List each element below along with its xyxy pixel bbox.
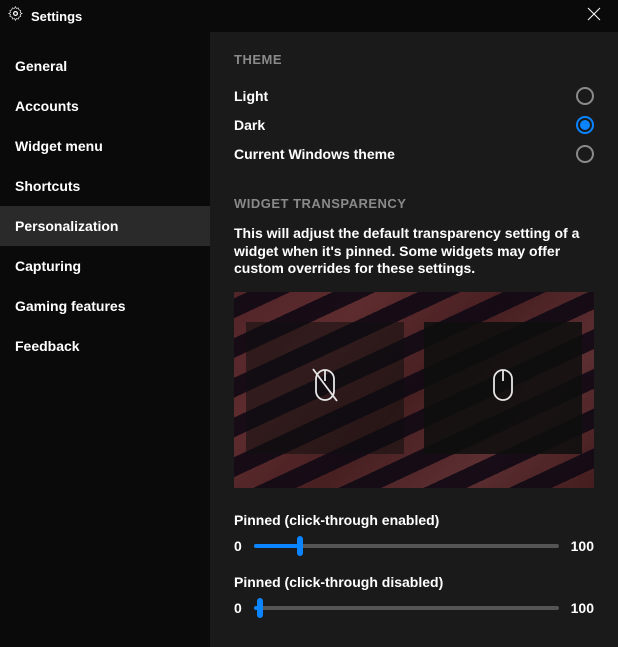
sidebar-item-widget-menu[interactable]: Widget menu bbox=[0, 126, 210, 166]
sidebar-item-label: Gaming features bbox=[15, 298, 125, 314]
slider-max: 100 bbox=[571, 538, 594, 554]
slider-thumb[interactable] bbox=[257, 598, 263, 618]
radio-icon bbox=[576, 116, 594, 134]
sidebar: General Accounts Widget menu Shortcuts P… bbox=[0, 32, 210, 647]
sidebar-item-general[interactable]: General bbox=[0, 46, 210, 86]
window-title: Settings bbox=[31, 9, 82, 24]
transparency-description: This will adjust the default transparenc… bbox=[234, 225, 594, 278]
radio-icon bbox=[576, 145, 594, 163]
sidebar-item-label: Accounts bbox=[15, 98, 79, 114]
mouse-icon bbox=[488, 367, 518, 408]
theme-option-light[interactable]: Light bbox=[234, 81, 594, 110]
sidebar-item-gaming-features[interactable]: Gaming features bbox=[0, 286, 210, 326]
sidebar-item-capturing[interactable]: Capturing bbox=[0, 246, 210, 286]
slider-label: Pinned (click-through enabled) bbox=[234, 512, 594, 528]
radio-label: Dark bbox=[234, 117, 265, 133]
transparency-heading: WIDGET TRANSPARENCY bbox=[234, 196, 594, 211]
theme-heading: THEME bbox=[234, 52, 594, 67]
radio-label: Current Windows theme bbox=[234, 146, 395, 162]
slider-fill bbox=[254, 544, 300, 548]
slider-label: Pinned (click-through disabled) bbox=[234, 574, 594, 590]
preview-panel-clickthrough-enabled bbox=[246, 322, 404, 454]
preview-panel-clickthrough-disabled bbox=[424, 322, 582, 454]
sidebar-item-label: Feedback bbox=[15, 338, 80, 354]
slider-clickthrough-disabled: Pinned (click-through disabled) 0 100 bbox=[234, 574, 594, 616]
close-icon bbox=[587, 7, 601, 26]
sidebar-item-feedback[interactable]: Feedback bbox=[0, 326, 210, 366]
radio-icon bbox=[576, 87, 594, 105]
sidebar-item-label: General bbox=[15, 58, 67, 74]
sidebar-item-personalization[interactable]: Personalization bbox=[0, 206, 210, 246]
slider-track[interactable] bbox=[254, 544, 559, 548]
sidebar-item-accounts[interactable]: Accounts bbox=[0, 86, 210, 126]
slider-min: 0 bbox=[234, 600, 242, 616]
theme-option-dark[interactable]: Dark bbox=[234, 110, 594, 139]
sidebar-item-label: Shortcuts bbox=[15, 178, 80, 194]
titlebar-left: Settings bbox=[8, 6, 82, 26]
mouse-off-icon bbox=[310, 367, 340, 408]
theme-option-windows[interactable]: Current Windows theme bbox=[234, 139, 594, 168]
slider-min: 0 bbox=[234, 538, 242, 554]
slider-clickthrough-enabled: Pinned (click-through enabled) 0 100 bbox=[234, 512, 594, 554]
content-panel: THEME Light Dark Current Windows theme W… bbox=[210, 32, 618, 647]
slider-track[interactable] bbox=[254, 606, 559, 610]
gear-icon bbox=[8, 6, 23, 26]
sidebar-item-label: Personalization bbox=[15, 218, 118, 234]
transparency-preview bbox=[234, 292, 594, 488]
sidebar-item-label: Capturing bbox=[15, 258, 81, 274]
close-button[interactable] bbox=[578, 0, 610, 32]
sidebar-item-label: Widget menu bbox=[15, 138, 103, 154]
slider-thumb[interactable] bbox=[297, 536, 303, 556]
slider-max: 100 bbox=[571, 600, 594, 616]
sidebar-item-shortcuts[interactable]: Shortcuts bbox=[0, 166, 210, 206]
radio-label: Light bbox=[234, 88, 268, 104]
titlebar: Settings bbox=[0, 0, 618, 32]
